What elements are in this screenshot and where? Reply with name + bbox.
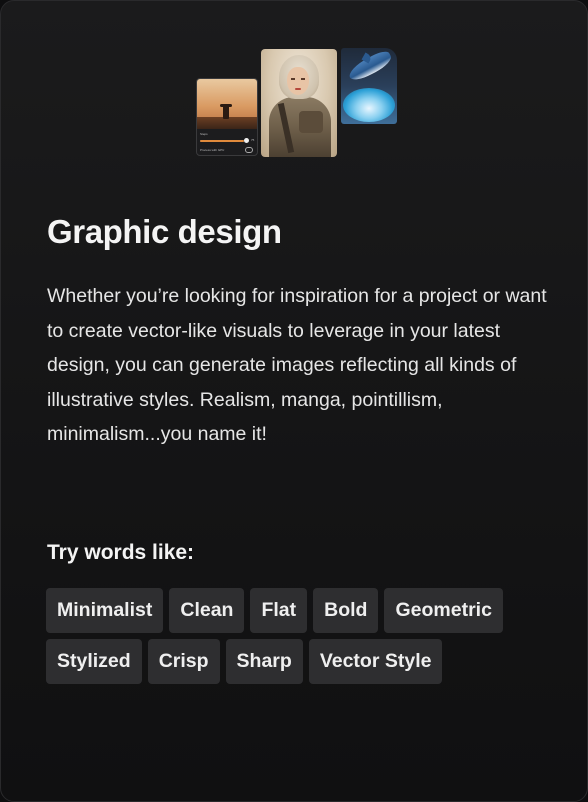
- try-words-heading: Try words like:: [47, 541, 195, 564]
- tag-vector-style[interactable]: Vector Style: [308, 639, 443, 684]
- tag-minimalist[interactable]: Minimalist: [46, 588, 164, 633]
- tag-sharp[interactable]: Sharp: [225, 639, 303, 684]
- tag-clean[interactable]: Clean: [169, 588, 245, 633]
- mini-slider-value: 75: [251, 138, 255, 142]
- mini-toggle-label: Process with GPU: [200, 148, 225, 152]
- dolphin-splash-image: [341, 48, 397, 124]
- desert-figure-image: Steps 75 Process with GPU: [196, 78, 258, 156]
- mini-slider: [200, 140, 244, 142]
- mini-toggle: [245, 147, 253, 153]
- tag-crisp[interactable]: Crisp: [147, 639, 220, 684]
- mini-slider-label: Steps: [200, 132, 208, 136]
- tag-stylized[interactable]: Stylized: [46, 639, 142, 684]
- tag-flat[interactable]: Flat: [250, 588, 308, 633]
- keyword-tag-list: Minimalist Clean Flat Bold Geometric Sty…: [46, 588, 546, 684]
- illustration-collage: Steps 75 Process with GPU: [196, 48, 398, 158]
- tag-bold[interactable]: Bold: [313, 588, 379, 633]
- card-description: Whether you’re looking for inspiration f…: [47, 285, 547, 445]
- card-title: Graphic design: [47, 213, 282, 250]
- graphic-design-card: Steps 75 Process with GPU Graphic design: [0, 0, 588, 802]
- tag-geometric[interactable]: Geometric: [384, 588, 503, 633]
- mini-slider-knob: [244, 138, 249, 143]
- warrior-woman-image: [261, 49, 337, 157]
